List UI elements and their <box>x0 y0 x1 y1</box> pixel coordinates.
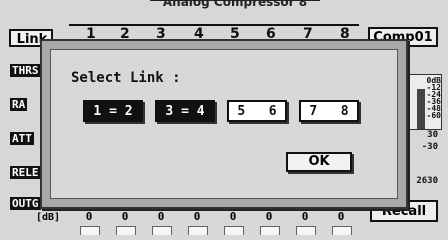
output-value-3: 0 <box>157 210 165 223</box>
row-label-output-gain: OUTG <box>10 197 41 210</box>
row-label-attack: ATT <box>10 132 34 145</box>
output-fader-8[interactable] <box>332 226 352 235</box>
link-pair-1-2-button[interactable]: 1 = 2 <box>83 100 143 122</box>
output-fader-7[interactable] <box>296 226 316 235</box>
link-pair-label: 7 8 <box>309 103 349 119</box>
output-gain-unit: [dB] <box>36 212 61 223</box>
meter-scale: 0dB -12 -24 -36 -48 -60 <box>426 77 441 120</box>
link-pair-label: 5 6 <box>237 103 277 119</box>
output-value-4: 0 <box>193 210 201 223</box>
output-fader-4[interactable] <box>188 226 208 235</box>
output-fader-1[interactable] <box>80 226 100 235</box>
meter-readout-3: 2630 <box>416 176 438 186</box>
row-label-release: RELE <box>10 166 41 179</box>
output-value-8: 0 <box>337 210 345 223</box>
output-value-6: 0 <box>265 210 273 223</box>
output-fader-2[interactable] <box>116 226 136 235</box>
ok-button[interactable]: OK <box>286 152 352 172</box>
output-value-2: 0 <box>121 210 129 223</box>
link-pair-7-8-button[interactable]: 7 8 <box>299 100 359 122</box>
meter-readout-1: 30 <box>427 130 438 140</box>
output-fader-5[interactable] <box>224 226 244 235</box>
output-value-5: 0 <box>229 210 237 223</box>
output-value-1: 0 <box>85 210 93 223</box>
link-pair-label: 1 = 2 <box>93 103 133 119</box>
output-value-7: 0 <box>301 210 309 223</box>
select-link-dialog: Select Link : 1 = 2 3 = 4 5 6 7 8 OK <box>40 39 408 209</box>
link-pair-label: 3 = 4 <box>165 103 205 119</box>
output-fader-3[interactable] <box>152 226 172 235</box>
window-title: Analog Compressor 8 <box>150 0 320 11</box>
dialog-panel: Select Link : 1 = 2 3 = 4 5 6 7 8 OK <box>50 49 398 199</box>
meter-fill <box>417 89 425 129</box>
dialog-title: Select Link : <box>71 70 181 86</box>
meter-readout-2: -30 <box>421 142 438 152</box>
link-pair-3-4-button[interactable]: 3 = 4 <box>155 100 215 122</box>
link-pair-5-6-button[interactable]: 5 6 <box>227 100 287 122</box>
row-label-threshold: THRS <box>10 64 41 77</box>
gain-reduction-meter: 0dB -12 -24 -36 -48 -60 <box>404 74 442 130</box>
output-fader-6[interactable] <box>260 226 280 235</box>
meter-scale-label: -60 <box>426 111 441 120</box>
row-label-ratio: RA <box>10 98 28 111</box>
